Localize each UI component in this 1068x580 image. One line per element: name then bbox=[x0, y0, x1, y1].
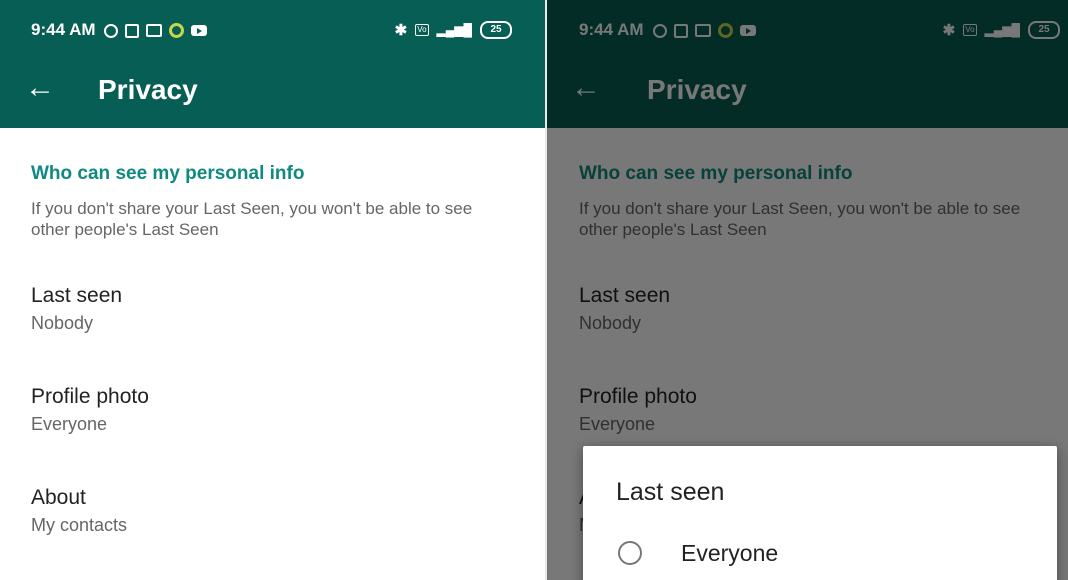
setting-label: Profile photo bbox=[31, 385, 149, 408]
app-bar: ← Privacy bbox=[0, 49, 545, 128]
back-arrow-icon[interactable]: ← bbox=[25, 72, 55, 104]
setting-value: Nobody bbox=[31, 313, 94, 333]
volte-icon: Vo bbox=[415, 24, 429, 36]
privacy-content: Who can see my personal info If you don'… bbox=[0, 128, 545, 580]
dialog-title: Last seen bbox=[616, 478, 725, 506]
radio-option-everyone[interactable]: Everyone bbox=[618, 540, 778, 566]
setting-profile-photo[interactable]: Profile photo Everyone bbox=[31, 385, 149, 435]
battery-icon: 25 bbox=[480, 21, 512, 39]
signal-icon: ▂▄▆█ bbox=[436, 23, 472, 37]
setting-about[interactable]: About My contacts bbox=[31, 486, 127, 536]
privacy-screen-left: 9:44 AM ✱ Vo ▂▄▆█ 25 ← Privacy Who can s… bbox=[0, 0, 545, 580]
bluetooth-icon: ✱ bbox=[394, 22, 408, 39]
alarm-icon bbox=[104, 23, 118, 38]
mail-icon bbox=[146, 24, 162, 37]
setting-value: Everyone bbox=[31, 414, 108, 434]
page-title: Privacy bbox=[98, 74, 198, 105]
status-bar: 9:44 AM ✱ Vo ▂▄▆█ 25 bbox=[0, 0, 545, 49]
calendar-icon bbox=[125, 23, 139, 38]
section-description: If you don't share your Last Seen, you w… bbox=[31, 199, 473, 239]
radio-unchecked-icon[interactable] bbox=[618, 541, 642, 565]
status-time: 9:44 AM bbox=[31, 20, 96, 39]
last-seen-dialog: Last seen Everyone bbox=[583, 446, 1057, 580]
ring-icon bbox=[169, 23, 184, 38]
radio-label: Everyone bbox=[681, 540, 779, 566]
setting-label: About bbox=[31, 486, 86, 509]
youtube-icon bbox=[191, 25, 207, 36]
screenshot-composite: 9:44 AM ✱ Vo ▂▄▆█ 25 ← Privacy Who can s… bbox=[0, 0, 1068, 580]
setting-last-seen[interactable]: Last seen Nobody bbox=[31, 284, 122, 334]
section-title: Who can see my personal info bbox=[31, 163, 305, 184]
status-notification-icons bbox=[104, 23, 207, 38]
status-system-icons: ✱ Vo ▂▄▆█ 25 bbox=[395, 21, 512, 39]
setting-value: My contacts bbox=[31, 515, 128, 535]
privacy-screen-right: 9:44 AM ✱ Vo ▂▄▆█ 25 ← Privacy Who can s… bbox=[547, 0, 1068, 580]
setting-label: Last seen bbox=[31, 284, 123, 307]
